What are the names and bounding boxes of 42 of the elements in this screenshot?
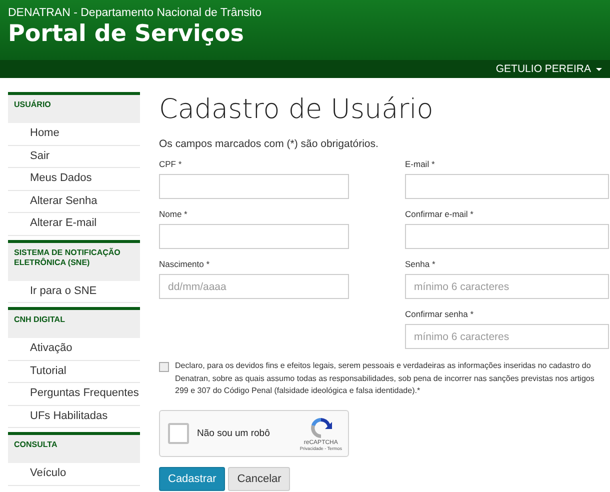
sidebar-item[interactable]: Ativação [8, 338, 140, 360]
field-label: Confirmar senha * [405, 309, 475, 319]
field-label: Nome * [159, 209, 188, 219]
input-field[interactable]: mínimo 6 caracteres [405, 324, 609, 349]
caret-icon [596, 68, 602, 70]
cancel-button[interactable]: Cancelar [228, 466, 290, 490]
input-field[interactable] [405, 224, 609, 249]
sidebar-heading: SISTEMA DE NOTIFICAÇÃO ELETRÔNICA (SNE) [8, 240, 140, 280]
input-field[interactable] [159, 174, 349, 199]
input-field[interactable]: dd/mm/aaaa [159, 274, 349, 299]
field-label: CPF * [159, 159, 183, 169]
input-field[interactable]: mínimo 6 caracteres [405, 274, 609, 299]
user-menu[interactable]: GETULIO PEREIRA [496, 63, 602, 75]
sidebar-item[interactable]: Sair [8, 146, 140, 168]
sidebar-item[interactable]: UFs Habilitadas [8, 406, 140, 428]
input-field[interactable] [159, 224, 349, 249]
field-label: Nascimento * [159, 259, 211, 269]
sidebar-heading: CONSULTA [8, 432, 140, 463]
org-name: DENATRAN - Departamento Nacional de Trânsito [8, 6, 263, 20]
sidebar-item[interactable]: Perguntas Frequentes [8, 383, 140, 406]
sidebar-item[interactable]: Veículo [8, 463, 140, 486]
input-field[interactable] [405, 174, 609, 199]
captcha-checkbox[interactable] [168, 422, 189, 444]
sidebar-item[interactable]: Meus Dados [8, 168, 140, 190]
portal-title: Portal de Serviços [8, 20, 245, 48]
recaptcha-icon [308, 416, 333, 440]
field-label: Senha * [405, 259, 436, 269]
submit-button[interactable]: Cadastrar [159, 466, 226, 490]
sidebar-item[interactable]: Ir para o SNE [8, 280, 140, 303]
sidebar-heading: CNH DIGITAL [8, 307, 140, 338]
checkbox[interactable] [159, 362, 169, 372]
sidebar-item[interactable]: Home [8, 123, 140, 146]
sidebar-heading: USUÁRIO [8, 92, 140, 123]
captcha-label: Não sou um robô [197, 428, 271, 438]
sidebar-item[interactable]: Alterar Senha [8, 190, 140, 213]
field-label: Confirmar e-mail * [405, 209, 474, 219]
sidebar-item[interactable]: Tutorial [8, 360, 140, 383]
page-title: Cadastro de Usuário [159, 93, 434, 127]
required-note: Os campos marcados com (*) são obrigatórios. [159, 138, 380, 150]
declaration-text: Declaro, para os devidos fins e efeitos legais, serem pessoais e verdadeiras as informações inseridas no cadastro do Denatran, sobre as quais assumo todas as responsabilidades, sob pena de incorrer nas sanções previstas nos artigos 299 e 307 do Código Penal (falsidade ideológica e falsa identidade).* [175, 360, 596, 397]
field-label: E-mail * [405, 159, 436, 169]
sidebar-item[interactable]: Alterar E-mail [8, 213, 140, 236]
